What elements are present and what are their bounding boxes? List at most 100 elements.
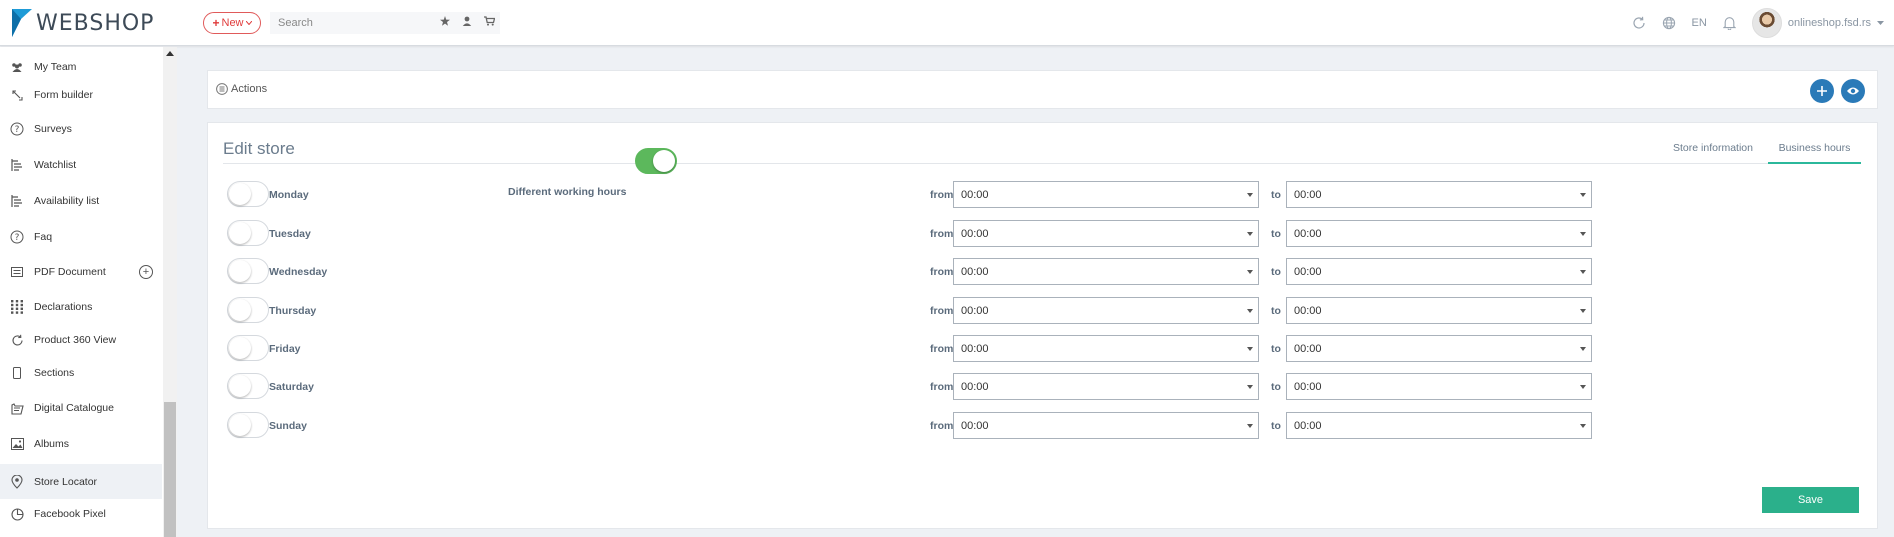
tab-store-information[interactable]: Store information <box>1668 142 1758 154</box>
sidebar-item-digital-catalogue[interactable]: Digital Catalogue <box>0 393 162 423</box>
top-bar: WEBSHOP + New EN onlineshop.fsd.rs <box>0 0 1894 46</box>
toggle-knob <box>229 337 251 359</box>
bell-icon[interactable] <box>1722 16 1736 30</box>
toggle-knob <box>653 150 675 172</box>
sidebar-item-label: Form builder <box>34 89 93 101</box>
to-select-thursday[interactable]: 00:00 <box>1286 297 1592 324</box>
day-toggle-monday[interactable] <box>227 181 269 207</box>
scroll-thumb[interactable] <box>164 402 176 537</box>
day-row-saturday: Saturday from 00:00 to 00:00 <box>227 373 1627 401</box>
day-name: Tuesday <box>269 228 311 240</box>
question-circle-icon: ? <box>0 230 34 244</box>
sidebar-item-availability-list[interactable]: Availability list <box>0 186 162 216</box>
sidebar-item-faq[interactable]: ? Faq <box>0 222 162 252</box>
to-select-monday[interactable]: 00:00 <box>1286 181 1592 208</box>
form-builder-icon <box>0 89 34 101</box>
from-label: from <box>930 420 954 432</box>
cart-icon[interactable] <box>484 16 495 26</box>
day-name: Thursday <box>269 305 317 317</box>
list-circle-icon <box>216 83 228 95</box>
save-button[interactable]: Save <box>1762 487 1859 513</box>
title-divider <box>223 163 1861 164</box>
to-label: to <box>1271 266 1281 278</box>
day-toggle-friday[interactable] <box>227 335 269 361</box>
sidebar-item-my-team[interactable]: My Team <box>0 52 162 82</box>
from-select-friday[interactable]: 00:00 <box>953 335 1259 362</box>
to-label: to <box>1271 343 1281 355</box>
day-toggle-saturday[interactable] <box>227 373 269 399</box>
sidebar-item-product-360-view[interactable]: Product 360 View <box>0 325 162 355</box>
sidebar-item-store-locator[interactable]: Store Locator <box>0 464 162 499</box>
sidebar-item-form-builder[interactable]: Form builder <box>0 80 162 110</box>
caret-down-icon <box>1580 193 1586 197</box>
preview-button[interactable] <box>1841 79 1865 103</box>
caret-down-icon <box>1580 270 1586 274</box>
caret-down-icon <box>1247 347 1253 351</box>
from-label: from <box>930 381 954 393</box>
sidebar-item-label: PDF Document <box>34 266 106 278</box>
sidebar-item-watchlist[interactable]: Watchlist <box>0 150 162 180</box>
sidebar-item-label: Availability list <box>34 195 100 207</box>
add-button[interactable] <box>1810 79 1834 103</box>
user-menu[interactable]: onlineshop.fsd.rs <box>1751 8 1884 38</box>
to-select-tuesday[interactable]: 00:00 <box>1286 220 1592 247</box>
day-toggle-tuesday[interactable] <box>227 220 269 246</box>
mobile-icon <box>0 367 34 379</box>
actions-panel: Actions <box>207 70 1878 109</box>
caret-down-icon <box>1580 385 1586 389</box>
sidebar-scrollbar[interactable] <box>163 47 177 537</box>
tab-business-hours[interactable]: Business hours <box>1768 142 1861 164</box>
new-button-label: New <box>221 17 244 29</box>
logo[interactable]: WEBSHOP <box>12 8 154 38</box>
from-value: 00:00 <box>961 381 989 393</box>
to-select-saturday[interactable]: 00:00 <box>1286 373 1592 400</box>
caret-down-icon <box>1247 385 1253 389</box>
globe-icon[interactable] <box>1662 16 1676 30</box>
to-value: 00:00 <box>1294 381 1322 393</box>
from-select-wednesday[interactable]: 00:00 <box>953 258 1259 285</box>
day-toggle-wednesday[interactable] <box>227 258 269 284</box>
star-icon[interactable] <box>440 16 450 26</box>
search-input[interactable] <box>270 17 430 29</box>
add-pdf-icon[interactable]: + <box>139 265 153 279</box>
from-select-sunday[interactable]: 00:00 <box>953 412 1259 439</box>
sidebar-item-surveys[interactable]: ? Surveys <box>0 114 162 144</box>
sidebar-item-albums[interactable]: Albums <box>0 429 162 459</box>
sidebar-item-label: Declarations <box>34 301 93 313</box>
from-value: 00:00 <box>961 266 989 278</box>
from-value: 00:00 <box>961 189 989 201</box>
user-icon[interactable] <box>462 16 472 26</box>
caret-down-icon <box>1580 232 1586 236</box>
sidebar-item-sections[interactable]: Sections <box>0 358 162 388</box>
watchlist-icon <box>0 158 34 172</box>
from-label: from <box>930 266 954 278</box>
sidebar-item-label: Product 360 View <box>34 334 117 346</box>
user-name: onlineshop.fsd.rs <box>1787 17 1871 29</box>
scroll-up-arrow-icon[interactable] <box>166 51 174 56</box>
day-toggle-thursday[interactable] <box>227 297 269 323</box>
new-button[interactable]: + New <box>203 12 261 34</box>
sidebar-item-facebook-pixel[interactable]: Facebook Pixel <box>0 499 162 529</box>
to-select-wednesday[interactable]: 00:00 <box>1286 258 1592 285</box>
actions-toggle[interactable]: Actions <box>216 83 267 95</box>
to-select-sunday[interactable]: 00:00 <box>1286 412 1592 439</box>
day-name: Sunday <box>269 420 307 432</box>
refresh-icon[interactable] <box>1632 16 1646 30</box>
from-select-thursday[interactable]: 00:00 <box>953 297 1259 324</box>
sidebar-item-label: Watchlist <box>34 159 77 171</box>
day-row-monday: Monday from 00:00 to 00:00 <box>227 181 1627 209</box>
pie-chart-icon <box>0 507 34 521</box>
from-select-tuesday[interactable]: 00:00 <box>953 220 1259 247</box>
toggle-knob <box>229 222 251 244</box>
from-select-saturday[interactable]: 00:00 <box>953 373 1259 400</box>
different-working-hours-toggle[interactable] <box>635 148 677 174</box>
language-selector[interactable]: EN <box>1692 17 1707 29</box>
day-toggle-sunday[interactable] <box>227 412 269 438</box>
to-value: 00:00 <box>1294 343 1322 355</box>
svg-text:?: ? <box>15 125 20 135</box>
sidebar-item-pdf-document[interactable]: PDF Document + <box>0 257 162 287</box>
to-select-friday[interactable]: 00:00 <box>1286 335 1592 362</box>
sidebar-item-declarations[interactable]: Declarations <box>0 292 162 322</box>
from-select-monday[interactable]: 00:00 <box>953 181 1259 208</box>
day-row-wednesday: Wednesday from 00:00 to 00:00 <box>227 258 1627 286</box>
